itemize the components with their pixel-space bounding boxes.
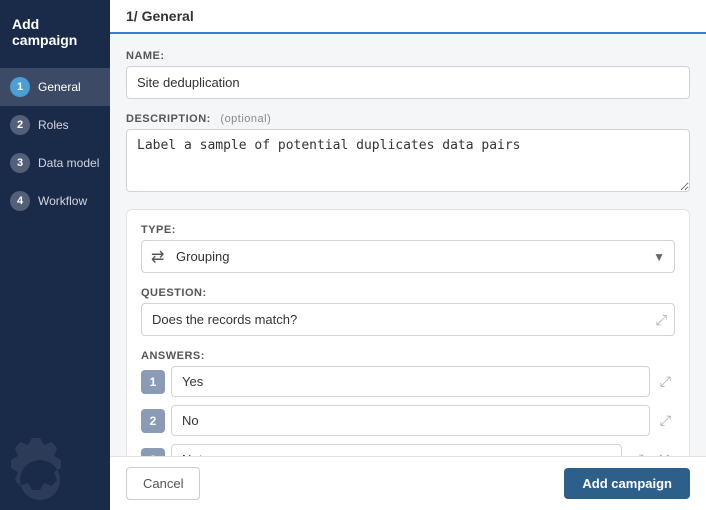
page-header: 1/ General bbox=[110, 0, 706, 34]
sidebar-item-workflow[interactable]: 4 Workflow bbox=[0, 182, 110, 220]
answer-number-3: 3 bbox=[141, 448, 165, 457]
answer-expand-icon-2: ⤢ bbox=[656, 408, 675, 433]
type-label: TYPE: bbox=[141, 224, 675, 236]
type-group: TYPE: ⇄ Grouping ▼ bbox=[141, 224, 675, 273]
answer-expand-icon-1: ⤢ bbox=[656, 369, 675, 394]
main-content: 1/ General NAME: DESCRIPTION: (optional)… bbox=[110, 0, 706, 510]
answer-row-3: 3 ⤢ ✕ bbox=[141, 444, 675, 456]
answer-row-1: 1 ⤢ bbox=[141, 366, 675, 397]
app-container: Add campaign 1 General 2 Roles 3 Data mo… bbox=[0, 0, 706, 510]
grouping-icon: ⇄ bbox=[151, 247, 164, 267]
question-group: QUESTION: ⤢ bbox=[141, 287, 675, 336]
answer-expand-icon-3: ⤢ bbox=[628, 447, 647, 456]
sidebar-label-data-model: Data model bbox=[38, 156, 99, 170]
sidebar-item-general[interactable]: 1 General bbox=[0, 68, 110, 106]
name-group: NAME: bbox=[126, 50, 690, 99]
question-label: QUESTION: bbox=[141, 287, 675, 299]
description-input[interactable]: Label a sample of potential duplicates d… bbox=[126, 129, 690, 192]
description-group: DESCRIPTION: (optional) Label a sample o… bbox=[126, 113, 690, 195]
delete-answer-3-button[interactable]: ✕ bbox=[654, 448, 675, 457]
answer-input-2[interactable] bbox=[171, 405, 650, 436]
sidebar-label-workflow: Workflow bbox=[38, 194, 87, 208]
sidebar-item-roles[interactable]: 2 Roles bbox=[0, 106, 110, 144]
type-card: TYPE: ⇄ Grouping ▼ QUESTION: bbox=[126, 209, 690, 456]
answers-label: ANSWERS: bbox=[141, 350, 675, 362]
answer-input-1[interactable] bbox=[171, 366, 650, 397]
page-title: 1/ General bbox=[126, 8, 194, 24]
step-number-2: 2 bbox=[10, 115, 30, 135]
sidebar-label-general: General bbox=[38, 80, 81, 94]
question-section: QUESTION: ⤢ ANSWERS: 1 ⤢ bbox=[141, 287, 675, 456]
answer-input-3[interactable] bbox=[171, 444, 622, 456]
form-area: NAME: DESCRIPTION: (optional) Label a sa… bbox=[110, 34, 706, 456]
sidebar-item-data-model[interactable]: 3 Data model bbox=[0, 144, 110, 182]
type-select[interactable]: Grouping bbox=[141, 240, 675, 273]
sidebar: Add campaign 1 General 2 Roles 3 Data mo… bbox=[0, 0, 110, 510]
sidebar-title: Add campaign bbox=[0, 0, 110, 68]
step-number-3: 3 bbox=[10, 153, 30, 173]
type-select-wrapper: ⇄ Grouping ▼ bbox=[141, 240, 675, 273]
footer: Cancel Add campaign bbox=[110, 456, 706, 510]
question-input[interactable] bbox=[141, 303, 675, 336]
question-expand-icon: ⤢ bbox=[656, 311, 667, 328]
answers-group: ANSWERS: 1 ⤢ 2 ⤢ bbox=[141, 350, 675, 456]
name-input[interactable] bbox=[126, 66, 690, 99]
answer-row-2: 2 ⤢ bbox=[141, 405, 675, 436]
answer-number-1: 1 bbox=[141, 370, 165, 394]
answer-number-2: 2 bbox=[141, 409, 165, 433]
gear-decoration bbox=[0, 430, 90, 510]
step-number-1: 1 bbox=[10, 77, 30, 97]
description-label: DESCRIPTION: (optional) bbox=[126, 113, 690, 125]
add-campaign-button[interactable]: Add campaign bbox=[564, 468, 690, 499]
step-number-4: 4 bbox=[10, 191, 30, 211]
question-input-wrapper: ⤢ bbox=[141, 303, 675, 336]
name-label: NAME: bbox=[126, 50, 690, 62]
cancel-button[interactable]: Cancel bbox=[126, 467, 200, 500]
sidebar-label-roles: Roles bbox=[38, 118, 69, 132]
